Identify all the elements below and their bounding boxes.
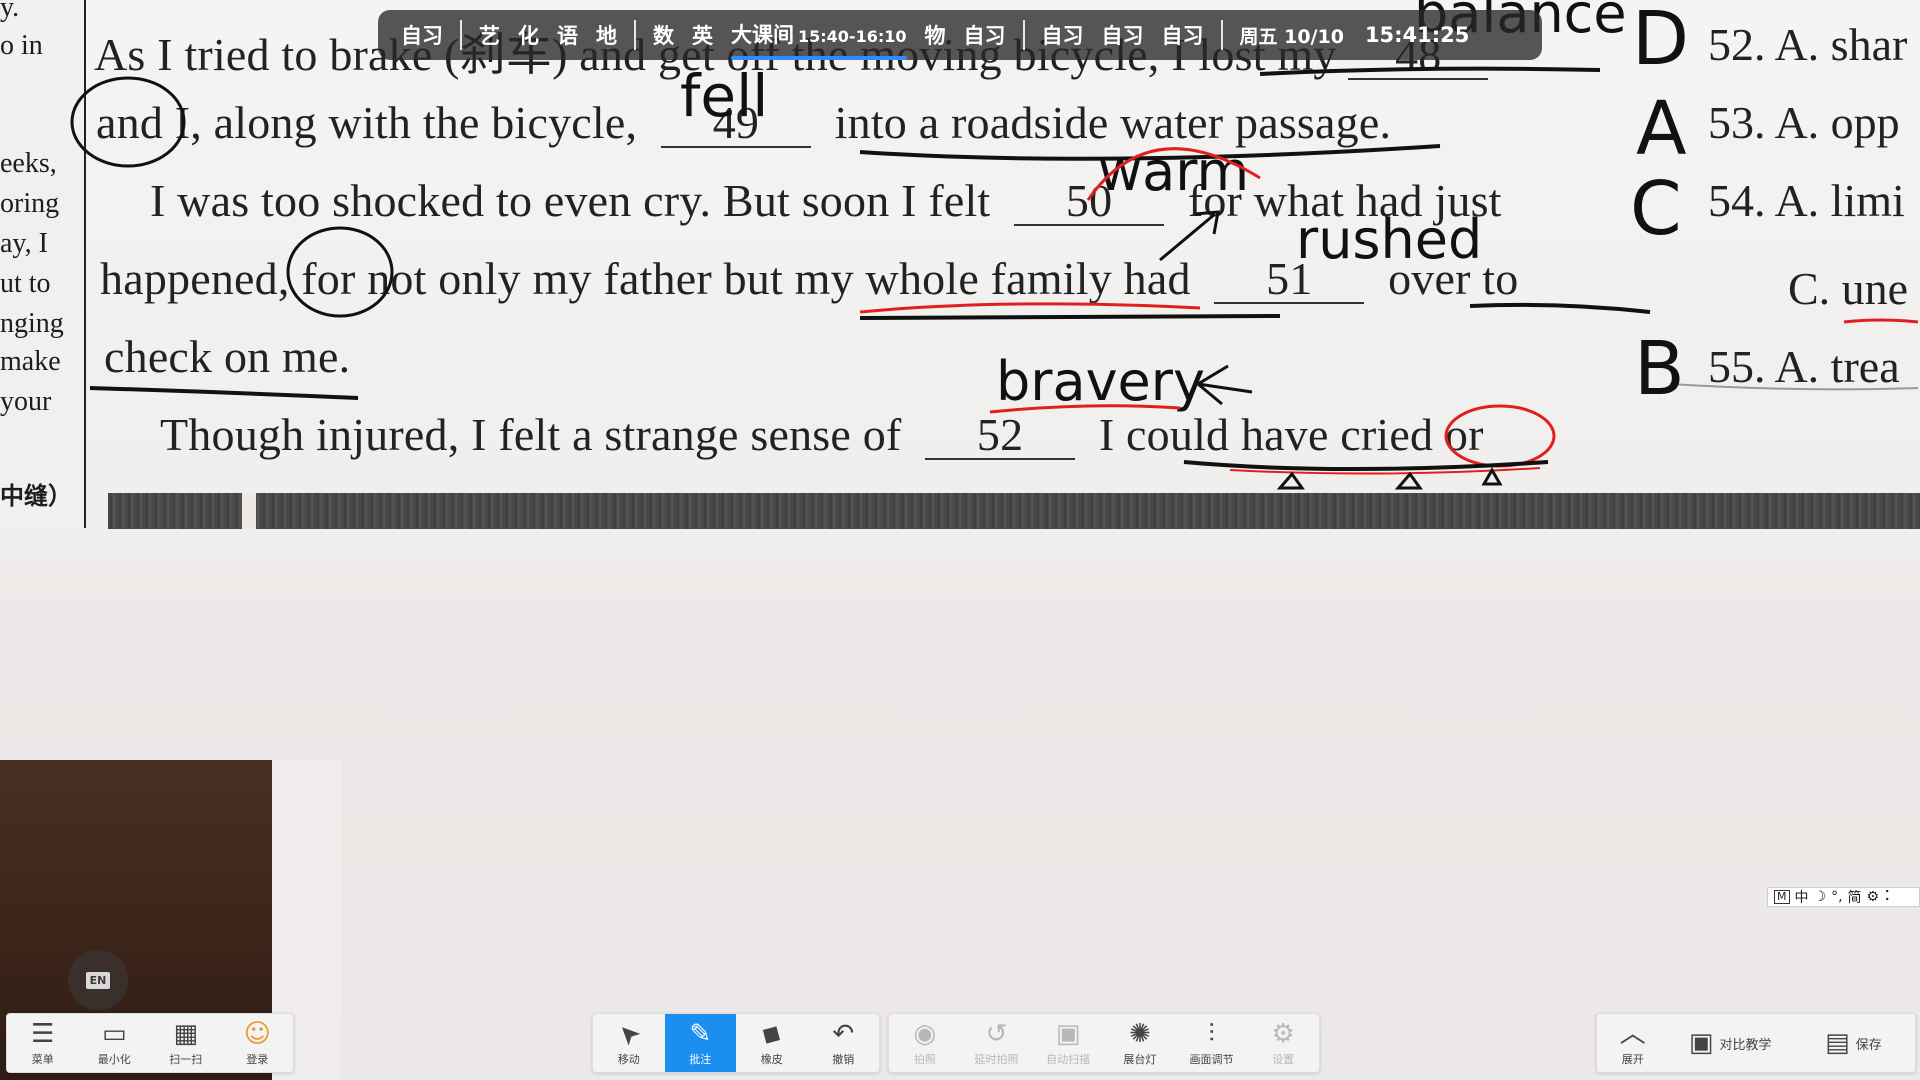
chevron-up-icon: ︿ [1619, 1019, 1646, 1049]
toolbar-left: ☰ 菜单 ▭ 最小化 ▦ 扫一扫 ☺ 登录 [6, 1013, 294, 1073]
toolbar-camera: ◉ 拍照 ↺ 延时拍照 ▣ 自动扫描 ✺ 展台灯 ⫶ 画面调节 ⚙ 设置 [888, 1013, 1320, 1073]
compare-teaching-button[interactable]: ▣ 对比教学 [1669, 1014, 1792, 1072]
auto-scan-label: 自动扫描 [1046, 1053, 1091, 1066]
menu-icon: ☰ [31, 1019, 55, 1049]
login-button[interactable]: ☺ 登录 [222, 1014, 294, 1072]
login-label: 登录 [246, 1053, 269, 1066]
pen-icon: ✎ [689, 1019, 712, 1049]
paper-fold-shadow [108, 493, 1920, 529]
schedule-current-time: 15:40-16:10 [798, 27, 907, 46]
ime-simplified-toggle[interactable]: 简 [1848, 887, 1862, 907]
menu-label: 菜单 [31, 1053, 54, 1066]
scan-qr-label: 扫一扫 [169, 1053, 203, 1066]
option-55: 55. A. trea [1708, 341, 1900, 392]
camera-icon: ◉ [913, 1019, 937, 1049]
schedule-item: 语 [557, 24, 578, 48]
schedule-item: 地 [596, 24, 617, 48]
ime-language-toggle[interactable]: 中 [1795, 887, 1809, 907]
sliders-icon: ⫶ [1208, 1019, 1215, 1049]
schedule-separator [1022, 20, 1025, 50]
ime-toolbar[interactable]: M 中 ☽ °, 简 ⚙ ⠅ [1767, 887, 1920, 907]
image-adjust-button[interactable]: ⫶ 画面调节 [1176, 1014, 1248, 1072]
save-label: 保存 [1855, 1037, 1882, 1053]
minimize-label: 最小化 [97, 1053, 131, 1066]
handwritten-answer-d: D [1632, 0, 1689, 82]
scan-icon: ▣ [1055, 1019, 1081, 1049]
option-54-c: C. une [1788, 263, 1909, 314]
annotate-button[interactable]: ✎ 批注 [664, 1014, 736, 1072]
eraser-label: 橡皮 [760, 1053, 783, 1066]
ime-settings-icon[interactable]: ⚙ [1867, 889, 1880, 905]
stage-light-label: 展台灯 [1123, 1053, 1157, 1066]
ime-moon-icon[interactable]: ☽ [1814, 889, 1827, 905]
schedule-item: 化 [518, 24, 539, 48]
auto-scan-button[interactable]: ▣ 自动扫描 [1032, 1014, 1104, 1072]
minimize-icon: ▭ [101, 1019, 127, 1049]
move-button[interactable]: ➤ 移动 [593, 1014, 665, 1072]
schedule-current-label: 大课间 [731, 23, 794, 47]
timer-photo-label: 延时拍照 [974, 1053, 1019, 1066]
schedule-item: 自习 [1041, 24, 1084, 48]
undo-icon: ↶ [832, 1019, 855, 1049]
schedule-item: 自习 [1101, 24, 1144, 48]
schedule-clock: 15:41:25 [1364, 23, 1470, 47]
schedule-item: 物 [924, 24, 946, 48]
timer-photo-button[interactable]: ↺ 延时拍照 [961, 1014, 1033, 1072]
timer-icon: ↺ [985, 1019, 1008, 1049]
lightbulb-icon: ✺ [1128, 1019, 1151, 1049]
eraser-button[interactable]: ◆ 橡皮 [736, 1014, 808, 1072]
handwritten-answer-c: C [1630, 166, 1682, 252]
undo-label: 撤销 [832, 1053, 855, 1066]
settings-label: 设置 [1272, 1053, 1295, 1066]
settings-button[interactable]: ⚙ 设置 [1247, 1014, 1319, 1072]
ime-more-icon[interactable]: ⠅ [1884, 889, 1894, 905]
schedule-item: 自习 [401, 24, 443, 48]
ime-mode-icon[interactable]: M [1774, 890, 1790, 904]
ime-punctuation-toggle[interactable]: °, [1831, 889, 1842, 905]
compare-icon: ▣ [1688, 1028, 1714, 1058]
schedule-date: 周五 10/10 [1239, 25, 1344, 48]
compare-teaching-label: 对比教学 [1719, 1037, 1772, 1053]
schedule-separator [634, 20, 636, 50]
avatar-icon: ☺ [243, 1019, 271, 1049]
schedule-item: 数 [653, 24, 674, 48]
scan-qr-button[interactable]: ▦ 扫一扫 [150, 1014, 222, 1072]
save-button[interactable]: ▤ 保存 [1792, 1014, 1915, 1072]
schedule-item: 自习 [963, 24, 1006, 48]
menu-button[interactable]: ☰ 菜单 [7, 1014, 79, 1072]
stage-light-button[interactable]: ✺ 展台灯 [1104, 1014, 1176, 1072]
annotate-label: 批注 [689, 1053, 712, 1066]
schedule-item: 自习 [1161, 24, 1204, 48]
schedule-separator [1220, 20, 1223, 50]
expand-button[interactable]: ︿ 展开 [1597, 1014, 1669, 1072]
pen-annotations [70, 66, 1919, 490]
schedule-item: 艺 [479, 24, 500, 48]
undo-button[interactable]: ↶ 撤销 [808, 1014, 880, 1072]
en-badge: EN [85, 971, 111, 989]
image-adjust-label: 画面调节 [1189, 1053, 1234, 1066]
gear-icon: ⚙ [1271, 1019, 1295, 1049]
option-53: 53. A. opp [1708, 97, 1900, 148]
cursor-arrow-icon: ➤ [610, 1015, 648, 1053]
photo-label: 拍照 [913, 1053, 936, 1066]
eraser-icon: ◆ [755, 1016, 788, 1052]
handwritten-answer-b: B [1634, 326, 1685, 412]
toolbar-annotation: ➤ 移动 ✎ 批注 ◆ 橡皮 ↶ 撤销 [592, 1013, 880, 1073]
option-54: 54. A. limi [1708, 175, 1905, 226]
schedule-separator [460, 20, 462, 50]
photo-button[interactable]: ◉ 拍照 [889, 1014, 961, 1072]
handwritten-answer-a: A [1636, 86, 1687, 172]
schedule-item: 英 [692, 24, 713, 48]
class-schedule-bar: 自习 艺 化 语 地 数 英 大课间 15:40-16:10 物 自习 自习 自习… [378, 10, 1542, 60]
toolbar-right: ︿ 展开 ▣ 对比教学 ▤ 保存 [1596, 1013, 1916, 1073]
option-52: 52. A. shar [1708, 19, 1908, 70]
save-icon: ▤ [1825, 1028, 1850, 1058]
expand-label: 展开 [1621, 1053, 1644, 1066]
input-language-float-button[interactable]: EN [68, 950, 128, 1010]
schedule-current-period: 大课间 15:40-16:10 [731, 19, 907, 60]
camera-feed: y. o in eeks, oring ay, I ut to nging ma… [0, 0, 1920, 1080]
minimize-button[interactable]: ▭ 最小化 [79, 1014, 151, 1072]
move-label: 移动 [617, 1053, 640, 1066]
qr-code-icon: ▦ [173, 1019, 199, 1049]
